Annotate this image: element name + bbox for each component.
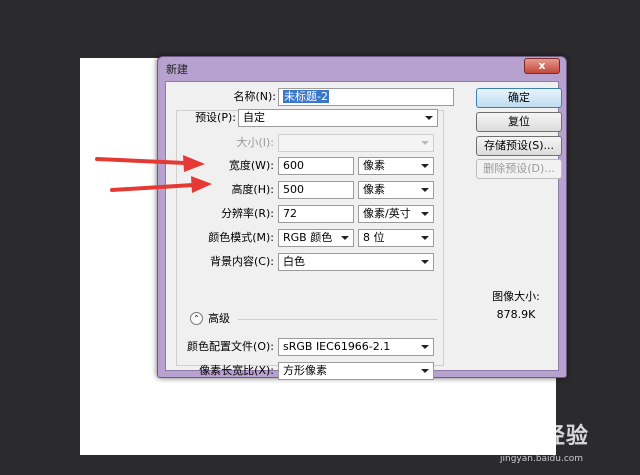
watermark-url: jingyan.baidu.com	[500, 454, 584, 464]
watermark-brand: Bai 经验	[492, 424, 589, 449]
annotation-arrows	[95, 155, 212, 193]
arrow-to-height	[110, 176, 212, 193]
arrow-to-width	[95, 155, 205, 172]
